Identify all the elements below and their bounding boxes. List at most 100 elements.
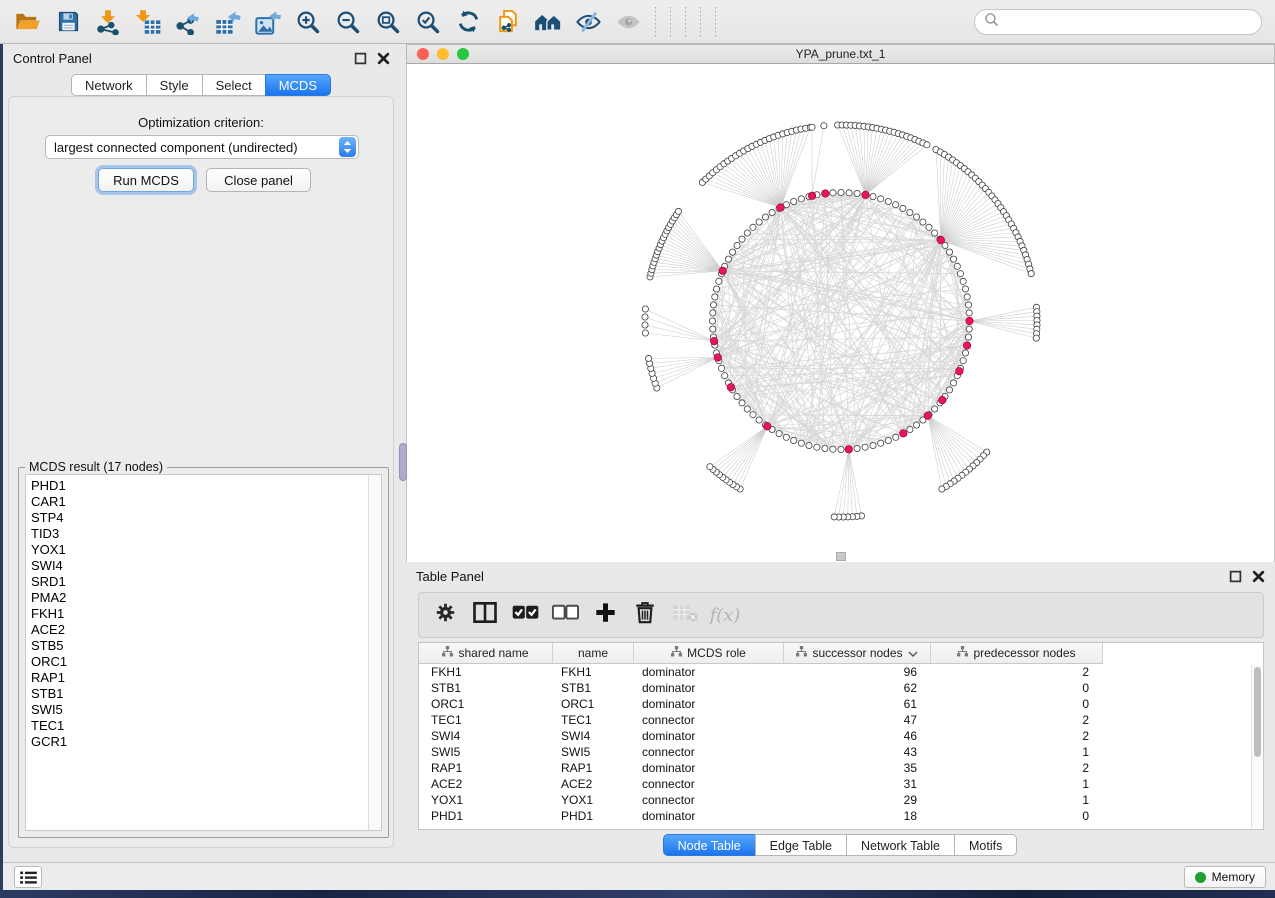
memory-status-icon (1195, 872, 1206, 883)
close-panel-icon[interactable] (1252, 570, 1265, 583)
main-toolbar (0, 0, 1275, 44)
list-item[interactable]: ACE2 (31, 622, 381, 638)
list-item[interactable]: STB5 (31, 638, 381, 654)
list-item[interactable]: ORC1 (31, 654, 381, 670)
list-item[interactable]: CAR1 (31, 494, 381, 510)
network-canvas[interactable] (406, 64, 1275, 562)
run-mcds-button[interactable]: Run MCDS (98, 168, 194, 192)
tab-network[interactable]: Network (71, 74, 147, 96)
table-cell: connector (634, 713, 784, 727)
zoom-selected-button[interactable] (408, 4, 448, 40)
table-row[interactable]: STB1STB1dominator620 (419, 680, 1263, 696)
tab-node-table[interactable]: Node Table (663, 834, 756, 856)
list-item[interactable]: SWI4 (31, 558, 381, 574)
close-panel-button[interactable]: Close panel (206, 168, 311, 192)
column-header-MCDS-role[interactable]: MCDS role (634, 643, 784, 664)
first-neighbors-button[interactable] (528, 4, 568, 40)
delete-column-button[interactable] (627, 597, 663, 633)
list-item[interactable]: STB1 (31, 686, 381, 702)
search-input[interactable] (1005, 15, 1261, 29)
table-row[interactable]: SWI5SWI5connector431 (419, 744, 1263, 760)
tab-motifs[interactable]: Motifs (954, 834, 1017, 856)
clone-network-button[interactable] (488, 4, 528, 40)
app-content: Control Panel NetworkStyleSelectMCDS Opt… (3, 44, 1275, 890)
list-item[interactable]: PMA2 (31, 590, 381, 606)
export-network-button[interactable] (168, 4, 208, 40)
column-header-shared-name[interactable]: shared name (419, 643, 553, 664)
table-cell: 61 (784, 697, 931, 711)
zoom-in-button[interactable] (288, 4, 328, 40)
zoom-selected-icon (415, 9, 441, 35)
scrollbar-thumb[interactable] (1254, 667, 1261, 757)
column-header-successor-nodes[interactable]: successor nodes (784, 643, 931, 664)
float-panel-icon[interactable] (1229, 570, 1242, 583)
deselect-all-rows-button[interactable] (547, 597, 583, 633)
float-panel-icon[interactable] (354, 52, 367, 65)
table-row[interactable]: YOX1YOX1connector291 (419, 792, 1263, 808)
table-scrollbar[interactable] (1251, 665, 1262, 828)
table-row[interactable]: RAP1RAP1dominator352 (419, 760, 1263, 776)
export-image-button[interactable] (248, 4, 288, 40)
list-item[interactable]: STP4 (31, 510, 381, 526)
open-session-button[interactable] (8, 4, 48, 40)
tab-network-table[interactable]: Network Table (846, 834, 955, 856)
search-field[interactable] (974, 9, 1262, 35)
save-session-button[interactable] (48, 4, 88, 40)
splitter-handle[interactable] (399, 443, 407, 481)
toolbar-separator (655, 7, 656, 37)
zoom-fit-button[interactable] (368, 4, 408, 40)
table-cell: 62 (784, 681, 931, 695)
export-table-button[interactable] (208, 4, 248, 40)
import-table-button[interactable] (128, 4, 168, 40)
task-history-button[interactable] (14, 866, 42, 888)
table-cell: 96 (784, 665, 931, 679)
table-settings-button[interactable] (427, 597, 463, 633)
table-row[interactable]: PHD1PHD1dominator180 (419, 808, 1263, 824)
network-window-titlebar[interactable]: YPA_prune.txt_1 (406, 44, 1275, 64)
toggle-panel-mode-button[interactable] (467, 597, 503, 633)
mcds-result-list[interactable]: PHD1CAR1STP4TID3YOX1SWI4SRD1PMA2FKH1ACE2… (25, 474, 382, 831)
zoom-out-button[interactable] (328, 4, 368, 40)
table-row[interactable]: ORC1ORC1dominator610 (419, 696, 1263, 712)
hide-selected-button[interactable] (568, 4, 608, 40)
table-cell: dominator (634, 809, 784, 823)
list-scrollbar[interactable] (368, 475, 381, 830)
import-network-button[interactable] (88, 4, 128, 40)
refresh-button[interactable] (448, 4, 488, 40)
table-row[interactable]: SWI4SWI4dominator462 (419, 728, 1263, 744)
tab-select[interactable]: Select (202, 74, 266, 96)
list-item[interactable]: SWI5 (31, 702, 381, 718)
column-header-name[interactable]: name (553, 643, 634, 664)
list-item[interactable]: TID3 (31, 526, 381, 542)
table-cell: RAP1 (553, 761, 634, 775)
table-cell: SWI5 (419, 745, 553, 759)
list-item[interactable]: YOX1 (31, 542, 381, 558)
refresh-icon (456, 9, 481, 34)
select-all-rows-button[interactable] (507, 597, 543, 633)
export-network-icon (175, 9, 201, 35)
list-item[interactable]: PHD1 (31, 478, 381, 494)
memory-label: Memory (1212, 870, 1255, 884)
list-item[interactable]: GCR1 (31, 734, 381, 750)
list-item[interactable]: RAP1 (31, 670, 381, 686)
close-panel-icon[interactable] (377, 52, 390, 65)
tab-edge-table[interactable]: Edge Table (755, 834, 847, 856)
add-column-button[interactable] (587, 597, 623, 633)
table-header: shared namenameMCDS rolesuccessor nodesp… (419, 643, 1263, 664)
table-cell: TEC1 (419, 713, 553, 727)
tab-style[interactable]: Style (146, 74, 203, 96)
table-row[interactable]: ACE2ACE2connector311 (419, 776, 1263, 792)
column-header-predecessor-nodes[interactable]: predecessor nodes (931, 643, 1103, 664)
show-all-button[interactable] (608, 4, 648, 40)
table-row[interactable]: FKH1FKH1dominator962 (419, 664, 1263, 680)
memory-button[interactable]: Memory (1184, 866, 1266, 888)
list-item[interactable]: SRD1 (31, 574, 381, 590)
table-row[interactable]: TEC1TEC1connector472 (419, 712, 1263, 728)
tab-mcds[interactable]: MCDS (265, 74, 331, 96)
resize-grip[interactable] (836, 552, 846, 561)
optimization-criterion-select[interactable]: largest connected component (undirected) (45, 135, 359, 159)
network-graph[interactable] (407, 64, 1275, 562)
list-item[interactable]: FKH1 (31, 606, 381, 622)
list-item[interactable]: TEC1 (31, 718, 381, 734)
optimization-criterion-label: Optimization criterion: (9, 115, 393, 130)
